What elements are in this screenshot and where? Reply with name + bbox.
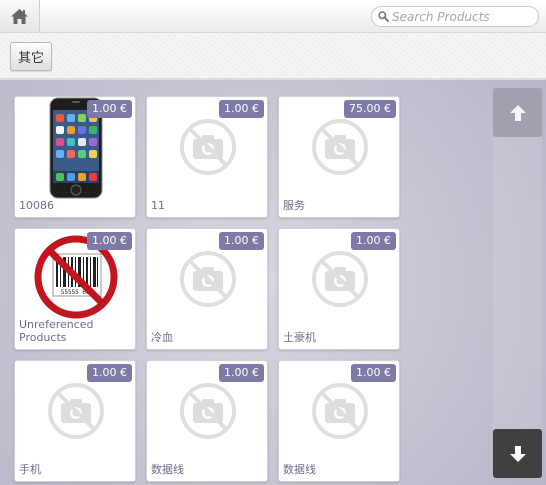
scroll-up-button[interactable] bbox=[493, 88, 542, 137]
scroll-controls bbox=[493, 88, 542, 478]
home-icon bbox=[11, 8, 28, 24]
product-grid: 1.00 € 10086 1.00 € 11 75.00 € 服务 55555 … bbox=[0, 80, 490, 485]
price-tag: 1.00 € bbox=[87, 232, 132, 250]
product-card[interactable]: 1.00 € 数据线 bbox=[146, 360, 268, 482]
price-tag: 1.00 € bbox=[351, 364, 396, 382]
product-name: 服务 bbox=[283, 199, 305, 212]
product-name: 冷血 bbox=[151, 331, 173, 344]
product-area: 1.00 € 10086 1.00 € 11 75.00 € 服务 55555 … bbox=[0, 80, 546, 485]
category-bar: 其它 bbox=[0, 33, 546, 80]
price-tag: 1.00 € bbox=[351, 232, 396, 250]
product-card[interactable]: 75.00 € 服务 bbox=[278, 96, 400, 218]
product-card[interactable]: 1.00 € 数据线 bbox=[278, 360, 400, 482]
price-tag: 1.00 € bbox=[87, 100, 132, 118]
product-card[interactable]: 1.00 € 土豪机 bbox=[278, 228, 400, 350]
scroll-down-button[interactable] bbox=[493, 429, 542, 478]
price-tag: 1.00 € bbox=[87, 364, 132, 382]
arrow-down-icon bbox=[509, 445, 526, 462]
product-card[interactable]: 1.00 € 手机 bbox=[14, 360, 136, 482]
home-button[interactable] bbox=[0, 0, 40, 32]
product-name: 数据线 bbox=[283, 463, 316, 476]
product-name: Unreferenced Products bbox=[19, 318, 94, 344]
price-tag: 1.00 € bbox=[219, 100, 264, 118]
product-name: 数据线 bbox=[151, 463, 184, 476]
top-bar bbox=[0, 0, 546, 33]
product-name: 10086 bbox=[19, 199, 54, 212]
product-card[interactable]: 1.00 € 10086 bbox=[14, 96, 136, 218]
product-card[interactable]: 1.00 € 11 bbox=[146, 96, 268, 218]
arrow-up-icon bbox=[509, 104, 526, 121]
search-icon bbox=[378, 11, 389, 22]
product-card[interactable]: 1.00 € 冷血 bbox=[146, 228, 268, 350]
price-tag: 75.00 € bbox=[344, 100, 396, 118]
product-name: 11 bbox=[151, 199, 165, 212]
product-name: 手机 bbox=[19, 463, 41, 476]
price-tag: 1.00 € bbox=[219, 232, 264, 250]
search-box bbox=[371, 6, 539, 27]
category-button-other[interactable]: 其它 bbox=[10, 42, 52, 71]
scroll-track[interactable] bbox=[493, 88, 542, 478]
price-tag: 1.00 € bbox=[219, 364, 264, 382]
search-input[interactable] bbox=[389, 9, 532, 24]
product-card[interactable]: 55555 666 1.00 € Unreferenced Products bbox=[14, 228, 136, 350]
product-name: 土豪机 bbox=[283, 331, 316, 344]
